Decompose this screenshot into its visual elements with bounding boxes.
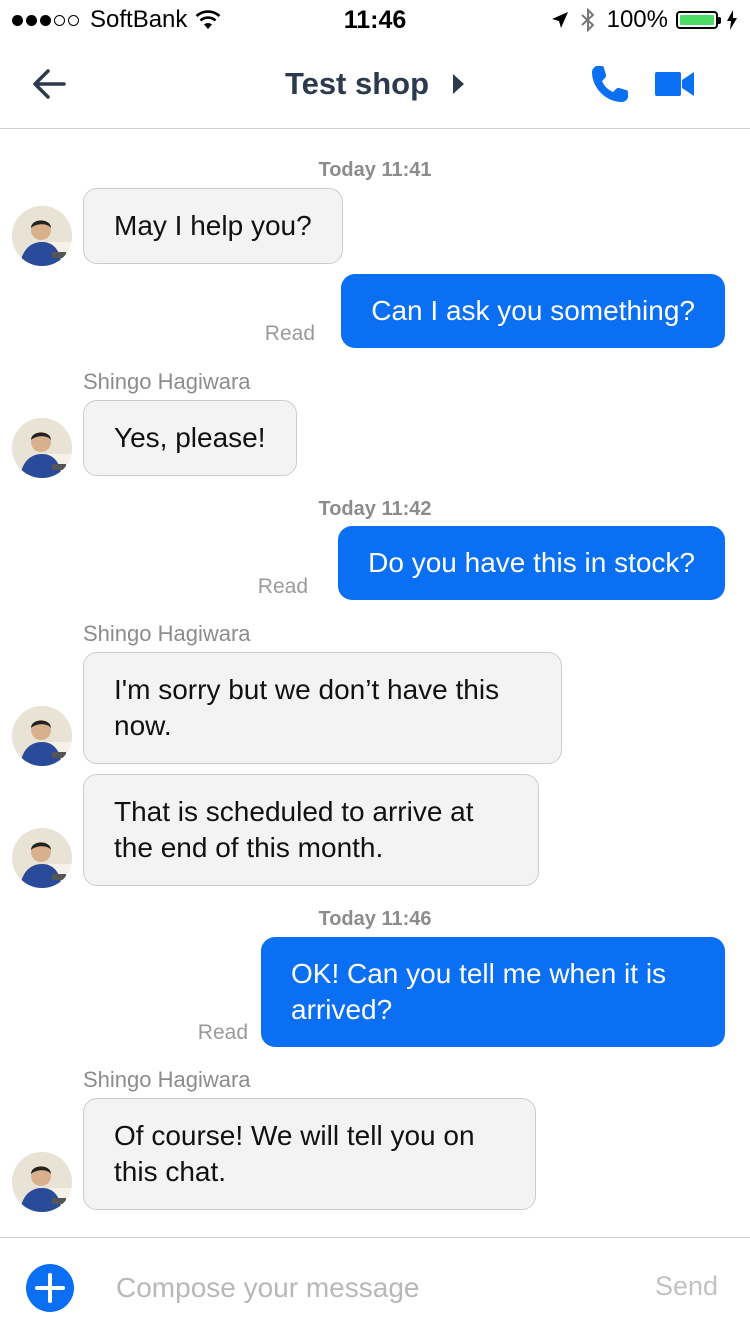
location-arrow-icon: [551, 12, 568, 28]
video-call-button[interactable]: [653, 66, 697, 102]
compose-bar: Send: [0, 1237, 750, 1335]
sender-name: Shingo Hagiwara: [83, 621, 251, 646]
shop-name: Test shop: [284, 66, 430, 101]
avatar[interactable]: [12, 706, 72, 766]
nav-bar: Test shop: [0, 40, 750, 129]
avatar[interactable]: [12, 1152, 72, 1212]
sender-name: Shingo Hagiwara: [83, 1067, 251, 1092]
sender-name: Shingo Hagiwara: [83, 369, 251, 394]
add-attachment-button[interactable]: [26, 1264, 74, 1312]
outgoing-message[interactable]: Can I ask you something?: [341, 274, 725, 348]
incoming-message[interactable]: Yes, please!: [83, 400, 297, 476]
phone-icon: [592, 66, 628, 102]
plus-icon: [35, 1273, 65, 1303]
avatar[interactable]: [12, 418, 72, 478]
bluetooth-icon: [580, 8, 595, 32]
message-list[interactable]: Today 11:41 May I help you? Read Can I a…: [0, 129, 750, 1237]
video-camera-icon: [655, 72, 694, 96]
incoming-message[interactable]: May I help you?: [83, 188, 343, 264]
status-bar: SoftBank 11:46 100%: [0, 0, 750, 40]
conversation-title: Test shop: [0, 66, 750, 102]
avatar[interactable]: [12, 206, 72, 266]
charging-bolt-icon: [727, 10, 737, 30]
timestamp: Today 11:42: [318, 498, 432, 520]
battery-icon: [676, 11, 721, 29]
avatar[interactable]: [12, 828, 72, 888]
read-receipt: Read: [197, 1021, 248, 1044]
caret-right-icon: [453, 74, 465, 94]
battery-percent: 100%: [606, 6, 668, 33]
read-receipt: Read: [264, 322, 315, 345]
outgoing-message[interactable]: Do you have this in stock?: [338, 526, 725, 600]
user-photo-icon: [12, 206, 72, 266]
incoming-message[interactable]: Of course! We will tell you on this chat…: [83, 1098, 536, 1210]
user-photo-icon: [12, 706, 72, 766]
user-photo-icon: [12, 418, 72, 478]
outgoing-message[interactable]: OK! Can you tell me when it is arrived?: [261, 937, 725, 1047]
status-right: 100%: [551, 6, 738, 34]
incoming-message[interactable]: That is scheduled to arrive at the end o…: [83, 774, 539, 886]
title-button[interactable]: Test shop: [285, 66, 465, 102]
user-photo-icon: [12, 828, 72, 888]
timestamp: Today 11:41: [318, 159, 432, 181]
call-button[interactable]: [588, 62, 632, 106]
timestamp: Today 11:46: [318, 908, 432, 930]
send-button[interactable]: Send: [655, 1271, 718, 1302]
user-photo-icon: [12, 1152, 72, 1212]
incoming-message[interactable]: I'm sorry but we don’t have this now.: [83, 652, 562, 764]
message-input[interactable]: [112, 1262, 620, 1314]
read-receipt: Read: [257, 575, 308, 598]
